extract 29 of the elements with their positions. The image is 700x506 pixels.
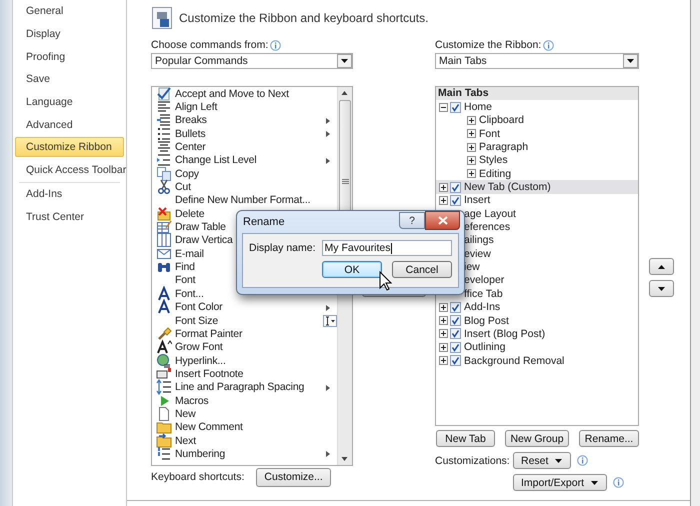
tree-item-label: Font bbox=[479, 128, 500, 140]
tree-item-label: Editing bbox=[479, 168, 512, 180]
dropdown-value: Main Tabs bbox=[439, 55, 487, 67]
tree-item-label: Outlining bbox=[464, 341, 506, 354]
dropdown-value: Popular Commands bbox=[155, 55, 248, 67]
tree-item-label: Add-Ins bbox=[464, 301, 500, 314]
tree-item-label: ailings bbox=[464, 234, 494, 246]
shortcuts-label: Keyboard shortcuts: bbox=[151, 471, 244, 483]
tree-item-label: eview bbox=[464, 248, 491, 260]
tree-header: Main Tabs bbox=[436, 87, 638, 100]
tree-item-label: Home bbox=[464, 101, 492, 114]
field-label: Customize the Ribbon: bbox=[435, 38, 542, 52]
tree-item-label: Blog Post bbox=[464, 314, 509, 327]
tree-item-label: Insert bbox=[464, 194, 490, 206]
tree-item-label: Background Removal bbox=[464, 354, 564, 367]
field-label: Display name: bbox=[249, 242, 316, 254]
field-label: Choose commands from: bbox=[151, 38, 268, 52]
dialog-title: Rename bbox=[243, 216, 286, 228]
tree-item-label: New Tab (Custom) bbox=[464, 181, 551, 194]
tree-item-label: age Layout bbox=[464, 208, 516, 220]
tree-item-label: eferences bbox=[464, 221, 510, 234]
customizations-label: Customizations: bbox=[435, 454, 511, 466]
tree-item-label: Clipboard bbox=[479, 114, 524, 126]
tree-item-label: Insert (Blog Post) bbox=[464, 328, 546, 340]
tree-item-label: Styles bbox=[479, 154, 508, 166]
page-title: Customize the Ribbon and keyboard shortcuts. bbox=[179, 11, 428, 25]
tree-item-label: ffice Tab bbox=[464, 288, 503, 300]
tree-item-label: eveloper bbox=[464, 274, 504, 286]
tree-item-label: Paragraph bbox=[479, 141, 528, 154]
